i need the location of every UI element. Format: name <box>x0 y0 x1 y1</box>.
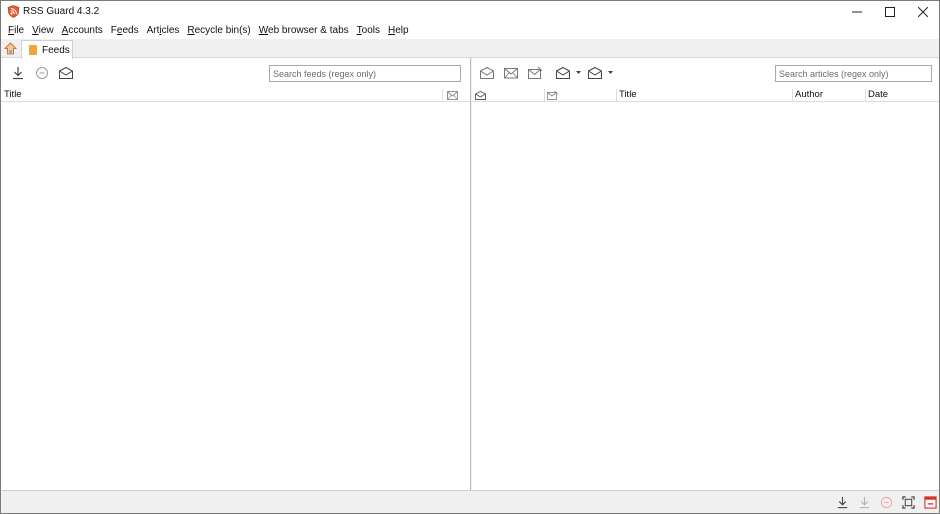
mark-selected-read-button[interactable] <box>586 65 603 80</box>
tab-feeds-label: Feeds <box>42 44 70 56</box>
mark-all-read-button[interactable] <box>554 65 571 80</box>
stop-circle-icon <box>880 496 893 509</box>
envelope-open-icon <box>475 90 486 100</box>
maximize-button[interactable] <box>873 1 906 23</box>
rss-guard-logo-icon <box>7 5 20 18</box>
toggle-menu-button[interactable] <box>923 495 938 510</box>
envelope-flag-icon <box>547 90 558 100</box>
menu-recycle-bins-post: ecycle bin(s) <box>194 25 251 36</box>
minimize-window-icon <box>924 496 937 509</box>
title-bar[interactable]: RSS Guard 4.3.2 <box>1 1 939 23</box>
search-feeds-input[interactable] <box>269 65 461 82</box>
mark-articles-unread-button[interactable] <box>502 65 519 80</box>
stop-circle-icon <box>35 66 48 79</box>
minimize-button[interactable] <box>840 1 873 23</box>
menu-web-browser-tabs-key: W <box>258 25 269 36</box>
app-window: RSS Guard 4.3.2 File View Accounts Feeds… <box>0 0 940 514</box>
mark-articles-read-button[interactable] <box>478 65 495 80</box>
feeds-list-header: Title <box>1 88 470 102</box>
menu-feeds[interactable]: Feeds <box>107 23 143 39</box>
menu-file[interactable]: File <box>4 23 28 39</box>
feeds-tab-icon <box>29 45 37 55</box>
download-icon <box>837 496 848 509</box>
menu-articles[interactable]: Articles <box>143 23 184 39</box>
download-icon <box>12 66 23 79</box>
articles-date-column[interactable]: Date <box>865 88 939 102</box>
envelope-open-icon <box>555 66 570 79</box>
envelope-open-icon <box>587 66 602 79</box>
feeds-unread-column[interactable] <box>445 88 465 102</box>
column-divider <box>442 89 443 101</box>
menu-accounts-post: ccounts <box>68 25 103 36</box>
status-stop-button[interactable] <box>879 495 894 510</box>
fullscreen-button[interactable] <box>901 495 916 510</box>
status-bar <box>1 490 939 513</box>
feeds-list[interactable] <box>1 102 470 490</box>
menu-view-post: iew <box>38 25 54 36</box>
menu-bar: File View Accounts Feeds Articles Recycl… <box>1 23 939 39</box>
close-icon <box>917 7 928 17</box>
articles-list[interactable] <box>472 102 939 490</box>
status-update-selected-button[interactable] <box>857 495 872 510</box>
articles-author-column[interactable]: Author <box>792 88 865 102</box>
feeds-title-column[interactable]: Title <box>1 88 441 102</box>
envelope-closed-icon <box>447 91 458 100</box>
articles-list-header: Title Author Date <box>472 88 939 102</box>
menu-web-browser-tabs-post: eb browser & tabs <box>268 25 349 36</box>
stop-update-button[interactable] <box>33 65 50 80</box>
window-title: RSS Guard 4.3.2 <box>23 6 100 17</box>
articles-important-column[interactable] <box>544 88 616 102</box>
mark-feeds-read-button[interactable] <box>57 65 74 80</box>
maximize-icon <box>884 7 895 17</box>
envelope-open-icon <box>58 66 73 79</box>
articles-read-column[interactable] <box>472 88 544 102</box>
home-arrow-icon <box>4 42 17 55</box>
envelope-closed-icon <box>503 67 518 78</box>
menu-accounts[interactable]: Accounts <box>58 23 107 39</box>
search-articles-input[interactable] <box>775 65 932 82</box>
download-icon <box>859 496 870 509</box>
menu-file-post: ile <box>14 25 25 36</box>
menu-web-browser-tabs[interactable]: Web browser & tabs <box>255 23 353 39</box>
update-all-feeds-button[interactable] <box>9 65 26 80</box>
tab-bar: Feeds <box>1 39 939 59</box>
feeds-toolbar <box>1 58 470 88</box>
menu-recycle-bins[interactable]: Recycle bin(s) <box>183 23 254 39</box>
menu-recycle-bins-key: R <box>187 25 195 36</box>
menu-feeds-post: eds <box>122 25 139 36</box>
tab-feeds[interactable]: Feeds <box>21 40 73 59</box>
menu-articles-pre: Art <box>146 25 160 36</box>
envelope-flag-icon <box>527 66 542 79</box>
switch-importance-button[interactable] <box>526 65 543 80</box>
minimize-icon <box>851 11 862 13</box>
menu-view[interactable]: View <box>28 23 58 39</box>
close-button[interactable] <box>906 1 939 23</box>
menu-tools[interactable]: Tools <box>353 23 384 39</box>
menu-help-post: elp <box>395 25 409 36</box>
menu-articles-post: cles <box>161 25 180 36</box>
status-update-feeds-button[interactable] <box>835 495 850 510</box>
articles-title-column[interactable]: Title <box>616 88 792 102</box>
tab-list-button[interactable] <box>3 41 18 56</box>
menu-help[interactable]: Help <box>384 23 413 39</box>
fullscreen-icon <box>902 496 915 509</box>
chevron-down-icon[interactable] <box>575 69 582 76</box>
envelope-open-icon <box>479 66 494 79</box>
menu-tools-post: ools <box>361 25 380 36</box>
chevron-down-icon[interactable] <box>607 69 614 76</box>
articles-toolbar <box>472 58 939 88</box>
